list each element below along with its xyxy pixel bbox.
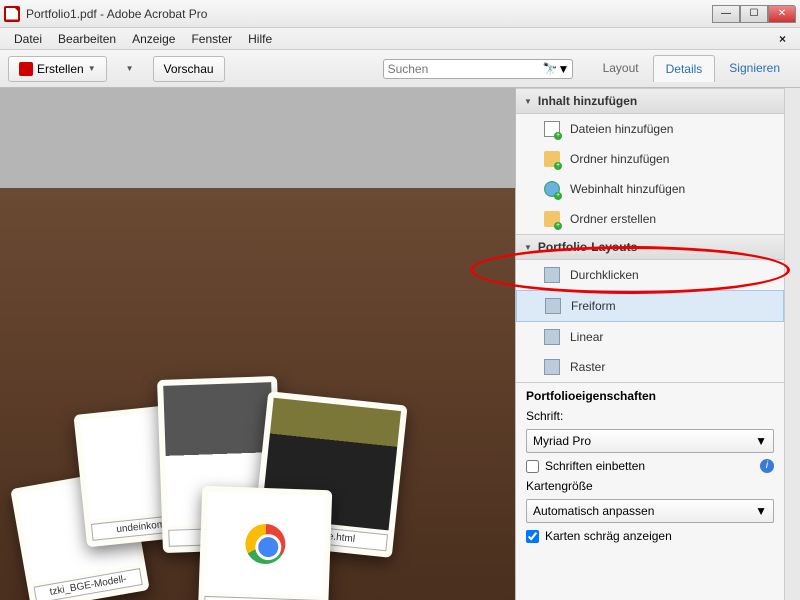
chevron-down-icon: ▼	[755, 434, 767, 448]
section-portfolio-layouts[interactable]: ▼ Portfolio-Layouts	[516, 234, 784, 260]
search-field[interactable]	[388, 62, 543, 76]
layout-icon	[544, 359, 560, 375]
maximize-button[interactable]: ☐	[740, 5, 768, 23]
search-input[interactable]: 🔭 ▼	[383, 59, 573, 79]
menu-anzeige[interactable]: Anzeige	[124, 29, 183, 49]
menu-datei[interactable]: Datei	[6, 29, 50, 49]
font-select[interactable]: Myriad Pro ▼	[526, 429, 774, 453]
add-web-item[interactable]: +Webinhalt hinzufügen	[516, 174, 784, 204]
menubar-close-icon[interactable]: ×	[771, 29, 794, 49]
properties-header: Portfolioeigenschaften	[526, 389, 774, 403]
font-label: Schrift:	[526, 409, 563, 423]
scrollbar[interactable]	[784, 88, 800, 600]
portfolio-properties: Portfolioeigenschaften Schrift: Myriad P…	[516, 382, 784, 555]
tilt-checkbox[interactable]	[526, 530, 539, 543]
section-add-content[interactable]: ▼ Inhalt hinzufügen	[516, 88, 784, 114]
preview-button[interactable]: Vorschau	[153, 56, 225, 82]
portfolio-canvas[interactable]: tzki_BGE-Modell- undeinkommen Clip- Webs…	[0, 88, 515, 600]
binoculars-icon[interactable]: 🔭	[543, 62, 558, 76]
toolbar: Erstellen ▼ ▼ Vorschau 🔭 ▼ Layout Detail…	[0, 50, 800, 88]
toolbar-dropdown[interactable]: ▼	[115, 58, 145, 79]
card-size-label: Kartengröße	[526, 479, 593, 493]
card-size-select[interactable]: Automatisch anpassen ▼	[526, 499, 774, 523]
create-button[interactable]: Erstellen ▼	[8, 56, 107, 82]
pdf-icon	[19, 62, 33, 76]
layout-durchklicken[interactable]: Durchklicken	[516, 260, 784, 290]
info-icon[interactable]: i	[760, 459, 774, 473]
triangle-down-icon: ▼	[524, 97, 532, 106]
tab-details[interactable]: Details	[653, 55, 716, 82]
embed-fonts-label: Schriften einbetten	[545, 459, 645, 473]
window-titlebar: Portfolio1.pdf - Adobe Acrobat Pro — ☐ ✕	[0, 0, 800, 28]
tab-layout[interactable]: Layout	[591, 55, 651, 82]
menu-bearbeiten[interactable]: Bearbeiten	[50, 29, 124, 49]
card-thumbnail	[205, 492, 326, 596]
layout-linear[interactable]: Linear	[516, 322, 784, 352]
chevron-down-icon[interactable]: ▼	[558, 62, 570, 76]
menu-hilfe[interactable]: Hilfe	[240, 29, 280, 49]
portfolio-card[interactable]: Film.html	[198, 486, 333, 600]
add-folder-item[interactable]: +Ordner hinzufügen	[516, 144, 784, 174]
embed-fonts-checkbox[interactable]	[526, 460, 539, 473]
new-folder-item[interactable]: +Ordner erstellen	[516, 204, 784, 234]
window-title: Portfolio1.pdf - Adobe Acrobat Pro	[26, 7, 712, 21]
side-panel: ▼ Inhalt hinzufügen +Dateien hinzufügen …	[515, 88, 800, 600]
triangle-down-icon: ▼	[524, 243, 532, 252]
card-label: Film.html	[204, 596, 323, 600]
chevron-down-icon: ▼	[755, 504, 767, 518]
chevron-down-icon: ▼	[88, 64, 96, 73]
chrome-icon	[245, 523, 286, 564]
menubar: Datei Bearbeiten Anzeige Fenster Hilfe ×	[0, 28, 800, 50]
layout-freiform[interactable]: Freiform	[516, 290, 784, 322]
app-icon	[4, 6, 20, 22]
close-button[interactable]: ✕	[768, 5, 796, 23]
menu-fenster[interactable]: Fenster	[183, 29, 240, 49]
tilt-label: Karten schräg anzeigen	[545, 529, 672, 543]
layout-icon	[544, 267, 560, 283]
minimize-button[interactable]: —	[712, 5, 740, 23]
layout-icon	[544, 329, 560, 345]
layout-icon	[545, 298, 561, 314]
tab-signieren[interactable]: Signieren	[717, 55, 792, 82]
layout-raster[interactable]: Raster	[516, 352, 784, 382]
add-files-item[interactable]: +Dateien hinzufügen	[516, 114, 784, 144]
